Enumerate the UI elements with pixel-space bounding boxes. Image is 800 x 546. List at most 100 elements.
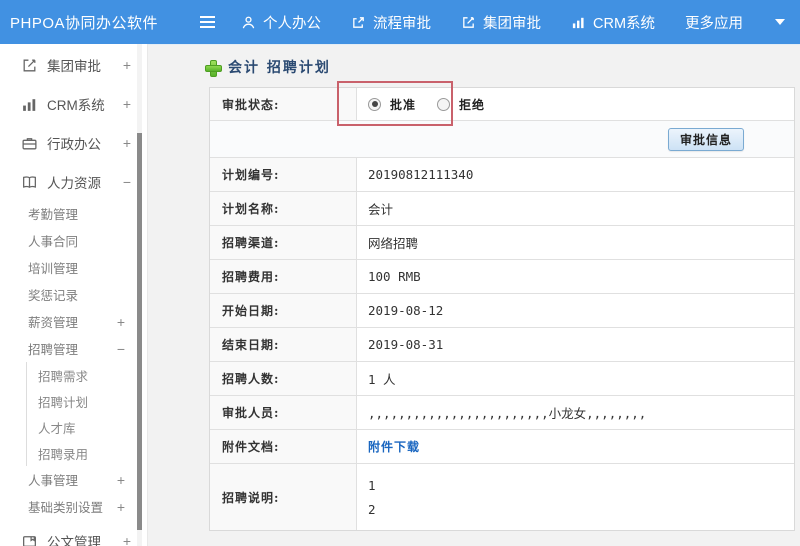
sidebar-item-reward-punish-record[interactable]: 奖惩记录	[0, 281, 147, 308]
sidebar-item-human-resources[interactable]: 人力资源 −	[0, 164, 147, 200]
sidebar-item-personnel-mgmt[interactable]: 人事管理 +	[0, 466, 147, 493]
sidebar-label: 招聘需求	[38, 369, 89, 384]
radio-reject-label: 拒绝	[459, 97, 486, 112]
table-row: 招聘费用: 100 RMB	[210, 260, 794, 294]
sidebar-scrollbar-thumb[interactable]	[137, 133, 142, 530]
field-label: 计划名称:	[210, 192, 357, 225]
sidebar-label: 人力资源	[47, 176, 101, 191]
field-value: 1 2	[357, 464, 794, 530]
sidebar-item-attendance-mgmt[interactable]: 考勤管理	[0, 200, 147, 227]
field-value: 会计	[368, 202, 394, 217]
sidebar-item-admin-office[interactable]: 行政办公 +	[0, 125, 147, 161]
sidebar-label: 薪资管理	[28, 316, 79, 330]
radio-approve[interactable]	[368, 97, 381, 111]
sidebar-item-crm-system[interactable]: CRM系统 +	[0, 86, 147, 122]
sidebar-item-salary-mgmt[interactable]: 薪资管理 +	[0, 308, 147, 335]
sidebar-label: 招聘录用	[38, 447, 89, 462]
main-content: 会计 招聘计划 审批状态: 批准 拒绝 审批信息 计划编号: 201908121…	[148, 44, 800, 546]
sidebar-item-training-mgmt[interactable]: 培训管理	[0, 254, 147, 281]
bar-chart-icon	[571, 15, 586, 30]
description-line: 1	[368, 477, 376, 493]
sidebar-item-recruit-demand[interactable]: 招聘需求	[27, 362, 147, 388]
nav-group-approval[interactable]: 集团审批	[461, 12, 541, 33]
caret-down-icon	[775, 19, 786, 25]
radio-reject[interactable]	[437, 97, 451, 111]
field-label: 招聘说明:	[210, 464, 357, 530]
sidebar-label: 人事合同	[28, 235, 79, 249]
nav-label: 个人办公	[263, 15, 321, 32]
sidebar-item-document-mgmt[interactable]: 公文管理 +	[0, 523, 147, 546]
attachment-download-link[interactable]: 附件下载	[368, 438, 420, 455]
more-apps-dropdown[interactable]	[773, 19, 786, 25]
field-value: 100 RMB	[368, 269, 421, 284]
recruit-plan-form: 审批状态: 批准 拒绝 审批信息 计划编号: 20190812111340 计划…	[209, 87, 795, 531]
sidebar-label: 行政办公	[47, 137, 101, 152]
sidebar-label: 公文管理	[47, 535, 101, 546]
table-row: 招聘人数: 1 人	[210, 362, 794, 396]
field-value: 2019-08-12	[368, 303, 444, 318]
nav-personal-office[interactable]: 个人办公	[241, 12, 321, 33]
expand-toggle[interactable]: +	[117, 499, 125, 515]
nav-crm-system[interactable]: CRM系统	[571, 12, 655, 33]
table-row: 招聘说明: 1 2	[210, 464, 794, 530]
nav-label: 集团审批	[483, 15, 541, 32]
sidebar-item-base-category-settings[interactable]: 基础类别设置 +	[0, 493, 147, 520]
briefcase-icon	[21, 135, 38, 152]
sidebar-label: 人才库	[38, 421, 76, 436]
sidebar-label: CRM系统	[47, 98, 105, 113]
description-line: 2	[368, 501, 376, 517]
field-label: 审批状态:	[210, 88, 357, 120]
field-value: 网络招聘	[368, 236, 419, 251]
sidebar-item-hr-contract[interactable]: 人事合同	[0, 227, 147, 254]
field-label: 审批人员:	[210, 396, 357, 429]
expand-toggle[interactable]: +	[123, 57, 131, 73]
sidebar-label: 培训管理	[28, 262, 79, 276]
topbar: PHPOA协同办公软件 个人办公 流程审批 集团审批 CRM系统 更多应用	[0, 0, 800, 44]
nav-workflow-approval[interactable]: 流程审批	[351, 12, 431, 33]
sidebar-item-recruit-mgmt[interactable]: 招聘管理 −	[0, 335, 147, 362]
table-row: 审批人员: ,,,,,,,,,,,,,,,,,,,,,,,,小龙女,,,,,,,…	[210, 396, 794, 430]
table-row: 招聘渠道: 网络招聘	[210, 226, 794, 260]
nav-label: 流程审批	[373, 15, 431, 32]
field-label: 开始日期:	[210, 294, 357, 327]
bar-chart-icon	[21, 96, 38, 113]
sidebar-label: 考勤管理	[28, 208, 79, 222]
sidebar-label: 人事管理	[28, 474, 79, 488]
approval-status-radio-group: 批准 拒绝	[368, 96, 497, 113]
expand-toggle[interactable]: +	[123, 135, 131, 151]
workflow-icon	[351, 15, 366, 30]
sidebar-item-recruit-plan[interactable]: 招聘计划	[27, 388, 147, 414]
field-label: 结束日期:	[210, 328, 357, 361]
document-icon	[21, 533, 38, 546]
sidebar-label: 集团审批	[47, 59, 101, 74]
expand-toggle[interactable]: +	[123, 533, 131, 546]
hamburger-menu-icon[interactable]	[200, 16, 215, 28]
field-value: 1 人	[368, 372, 396, 387]
field-label: 招聘人数:	[210, 362, 357, 395]
page: PHPOA协同办公软件 个人办公 流程审批 集团审批 CRM系统 更多应用 集团…	[0, 0, 800, 546]
sidebar-item-talent-pool[interactable]: 人才库	[27, 414, 147, 440]
person-icon	[241, 15, 256, 30]
radio-approve-label: 批准	[390, 97, 417, 112]
sidebar-item-recruit-hire[interactable]: 招聘录用	[27, 440, 147, 466]
expand-toggle[interactable]: +	[117, 314, 125, 330]
approval-info-button[interactable]: 审批信息	[667, 128, 744, 151]
field-label: 招聘费用:	[210, 260, 357, 293]
sidebar-label: 基础类别设置	[28, 501, 104, 515]
page-header: 会计 招聘计划	[205, 58, 800, 77]
sidebar-item-group-approval[interactable]: 集团审批 +	[0, 47, 147, 83]
recruit-submenu: 招聘需求 招聘计划 人才库 招聘录用	[26, 362, 147, 466]
sidebar-label: 奖惩记录	[28, 289, 79, 303]
page-title: 会计 招聘计划	[228, 60, 331, 76]
sidebar-label: 招聘管理	[28, 343, 79, 357]
collapse-toggle[interactable]: −	[123, 174, 131, 190]
table-row: 计划名称: 会计	[210, 192, 794, 226]
nav-more-apps[interactable]: 更多应用	[685, 12, 743, 33]
button-row: 审批信息	[210, 121, 794, 158]
table-row: 开始日期: 2019-08-12	[210, 294, 794, 328]
top-navigation: 个人办公 流程审批 集团审批 CRM系统 更多应用	[241, 12, 800, 33]
expand-toggle[interactable]: +	[123, 96, 131, 112]
collapse-toggle[interactable]: −	[117, 341, 125, 357]
table-row: 结束日期: 2019-08-31	[210, 328, 794, 362]
expand-toggle[interactable]: +	[117, 472, 125, 488]
